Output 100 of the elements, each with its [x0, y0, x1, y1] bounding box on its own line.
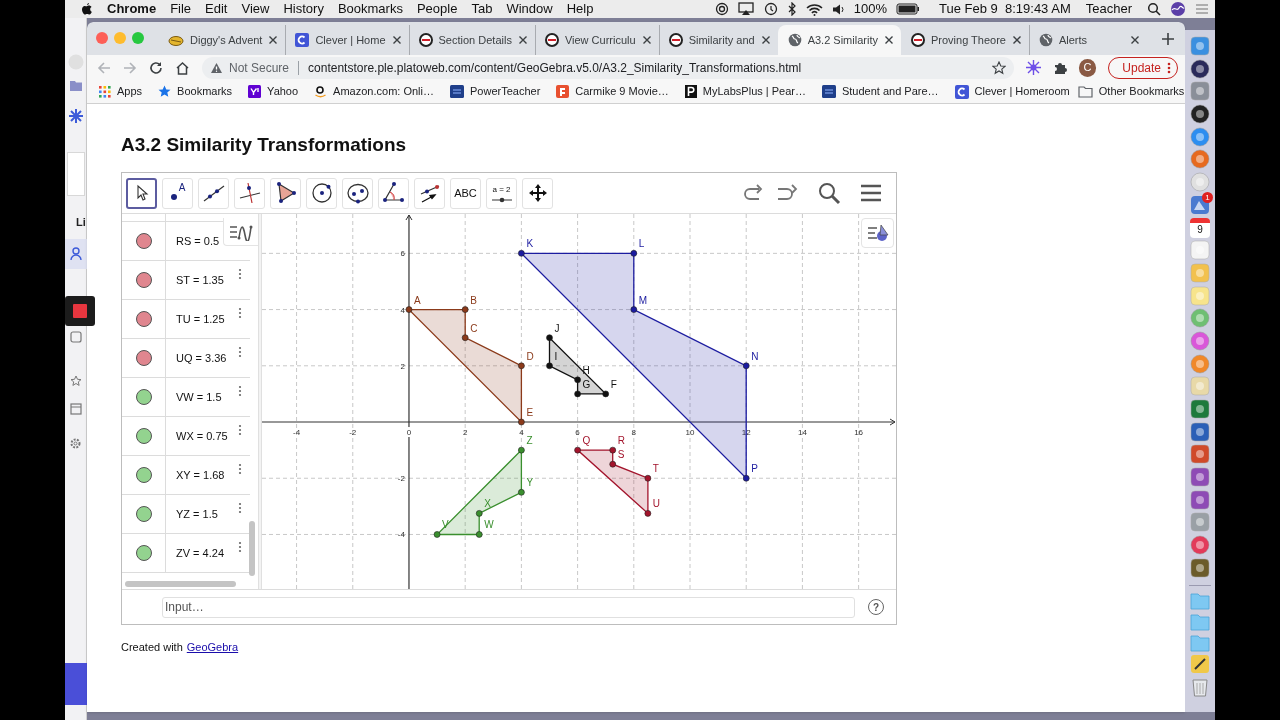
browser-tab[interactable]: Proving Theore	[900, 25, 1029, 55]
point-marker[interactable]	[742, 362, 750, 370]
geogebra-link[interactable]: GeoGebra	[186, 639, 239, 656]
tool-button[interactable]: ABC	[450, 177, 481, 209]
point-marker[interactable]	[574, 446, 581, 454]
point-marker[interactable]	[546, 362, 553, 370]
more-icon[interactable]	[238, 541, 242, 555]
battery-icon[interactable]	[896, 3, 920, 15]
algebra-entry[interactable]: RS = 0.5	[176, 232, 220, 250]
profile-avatar[interactable]: C	[1078, 58, 1097, 77]
algebra-entry[interactable]: YZ = 1.5	[176, 505, 218, 523]
point-marker[interactable]	[461, 334, 469, 341]
algebra-entry[interactable]: VW = 1.5	[176, 388, 222, 406]
search-icon[interactable]	[817, 181, 841, 205]
more-icon[interactable]	[238, 307, 242, 321]
algebra-entry[interactable]: ST = 1.35	[176, 271, 224, 289]
point-marker[interactable]	[475, 510, 483, 517]
tool-button[interactable]: A	[162, 177, 193, 209]
bookmark[interactable]: PowerTeacher	[450, 83, 541, 100]
point-marker[interactable]	[461, 306, 469, 313]
app-icon[interactable]	[1190, 58, 1210, 79]
siri-icon[interactable]	[1170, 1, 1186, 17]
point-marker[interactable]	[475, 531, 483, 538]
sparkle-icon[interactable]	[1025, 60, 1041, 75]
notepad-icon[interactable]	[1190, 654, 1210, 675]
point-marker[interactable]	[518, 446, 525, 454]
vertical-scrollbar[interactable]	[249, 521, 255, 576]
point-marker[interactable]	[574, 376, 581, 384]
menu-icon[interactable]	[860, 184, 882, 202]
clock[interactable]: Tue Feb 9 8:19:43 AM	[939, 0, 1071, 19]
menu-item[interactable]: People	[416, 0, 458, 19]
point-marker[interactable]	[405, 306, 413, 313]
app-icon[interactable]	[1190, 104, 1210, 125]
bookmark[interactable]: Clever | Homeroom	[954, 83, 1070, 100]
bookmark[interactable]: Carmike 9 Movie…	[556, 83, 669, 100]
search-icon[interactable]	[1147, 2, 1161, 16]
point-marker[interactable]	[742, 474, 750, 482]
menu-item[interactable]: Help	[566, 0, 594, 19]
horizontal-scrollbar[interactable]	[125, 581, 236, 587]
more-icon[interactable]	[238, 463, 242, 477]
point-marker[interactable]	[644, 510, 652, 517]
menu-item[interactable]: Edit	[205, 0, 228, 19]
bookmark-folder[interactable]: Other Bookmarks	[1077, 83, 1185, 100]
puzzle-icon[interactable]	[1052, 60, 1067, 75]
menu-item[interactable]: View	[241, 0, 270, 19]
volume-icon[interactable]	[831, 2, 845, 16]
app-menu[interactable]: Chrome	[107, 0, 157, 19]
browser-tab[interactable]: Diggy's Advent	[158, 25, 286, 55]
point-marker[interactable]	[518, 250, 525, 257]
point-marker[interactable]	[630, 306, 638, 313]
menu-item[interactable]: Bookmarks	[337, 0, 403, 19]
tool-button[interactable]	[126, 177, 157, 209]
point-marker[interactable]	[518, 489, 525, 496]
close-icon[interactable]	[641, 35, 652, 45]
bookmark[interactable]: Bookmarks	[158, 83, 233, 100]
point-marker[interactable]	[644, 474, 652, 482]
close-icon[interactable]	[1011, 35, 1022, 45]
close-icon[interactable]	[268, 35, 279, 45]
creative-cloud-icon[interactable]	[714, 2, 729, 16]
address-bar[interactable]: Not Secure contentstore.ple.platoweb.com/content/GeoGebra.v5.0/A3.2_Similarity_Transformations.html	[202, 56, 1014, 79]
point-marker[interactable]	[433, 531, 441, 538]
wifi-icon[interactable]	[805, 2, 823, 16]
more-icon[interactable]	[238, 424, 242, 438]
bookmark[interactable]: Yahoo	[248, 83, 299, 100]
bookmark[interactable]: Amazon.com: Onli…	[314, 83, 434, 100]
menu-item[interactable]: File	[170, 0, 192, 19]
more-icon[interactable]	[238, 346, 242, 360]
more-icon[interactable]	[238, 385, 242, 399]
bookmark[interactable]: Student and Pare…	[821, 83, 939, 100]
menu-item[interactable]: Tab	[471, 0, 493, 19]
algebra-entry[interactable]: ZV = 4.24	[176, 544, 224, 562]
point-marker[interactable]	[518, 362, 525, 370]
close-icon[interactable]	[517, 35, 528, 45]
menu-item[interactable]: History	[283, 0, 324, 19]
close-icon[interactable]	[760, 35, 771, 45]
close-icon[interactable]	[391, 35, 402, 45]
algebra-entry[interactable]: WX = 0.75	[176, 427, 228, 445]
more-icon[interactable]	[238, 502, 242, 516]
bookmark[interactable]: MyLabsPlus | Pear…	[684, 83, 806, 100]
home-icon[interactable]	[175, 60, 190, 75]
bookmark[interactable]: Apps	[98, 83, 143, 100]
new-tab-icon[interactable]	[1160, 31, 1175, 46]
calendar-icon[interactable]: 9	[1190, 217, 1210, 238]
point-marker[interactable]	[574, 390, 581, 398]
style-bar-button[interactable]	[223, 218, 258, 246]
input-field[interactable]: Input…	[162, 596, 855, 618]
apple-icon[interactable]	[80, 2, 93, 16]
more-icon[interactable]	[238, 268, 242, 282]
algebra-entry[interactable]: TU = 1.25	[176, 310, 225, 328]
point-marker[interactable]	[609, 460, 616, 468]
graphics-style-button[interactable]	[861, 218, 894, 248]
close-icon[interactable]	[1129, 35, 1140, 45]
menu-item[interactable]: Window	[506, 0, 553, 19]
star-outline-icon[interactable]	[991, 60, 1006, 75]
stop-recording-button[interactable]	[65, 296, 95, 326]
browser-tab[interactable]: A3.2 Similarity	[777, 25, 901, 55]
point-marker[interactable]	[518, 418, 525, 426]
algebra-entry[interactable]: UQ = 3.36	[176, 349, 227, 367]
point-marker[interactable]	[609, 446, 616, 454]
algebra-entry[interactable]: XY = 1.68	[176, 466, 225, 484]
